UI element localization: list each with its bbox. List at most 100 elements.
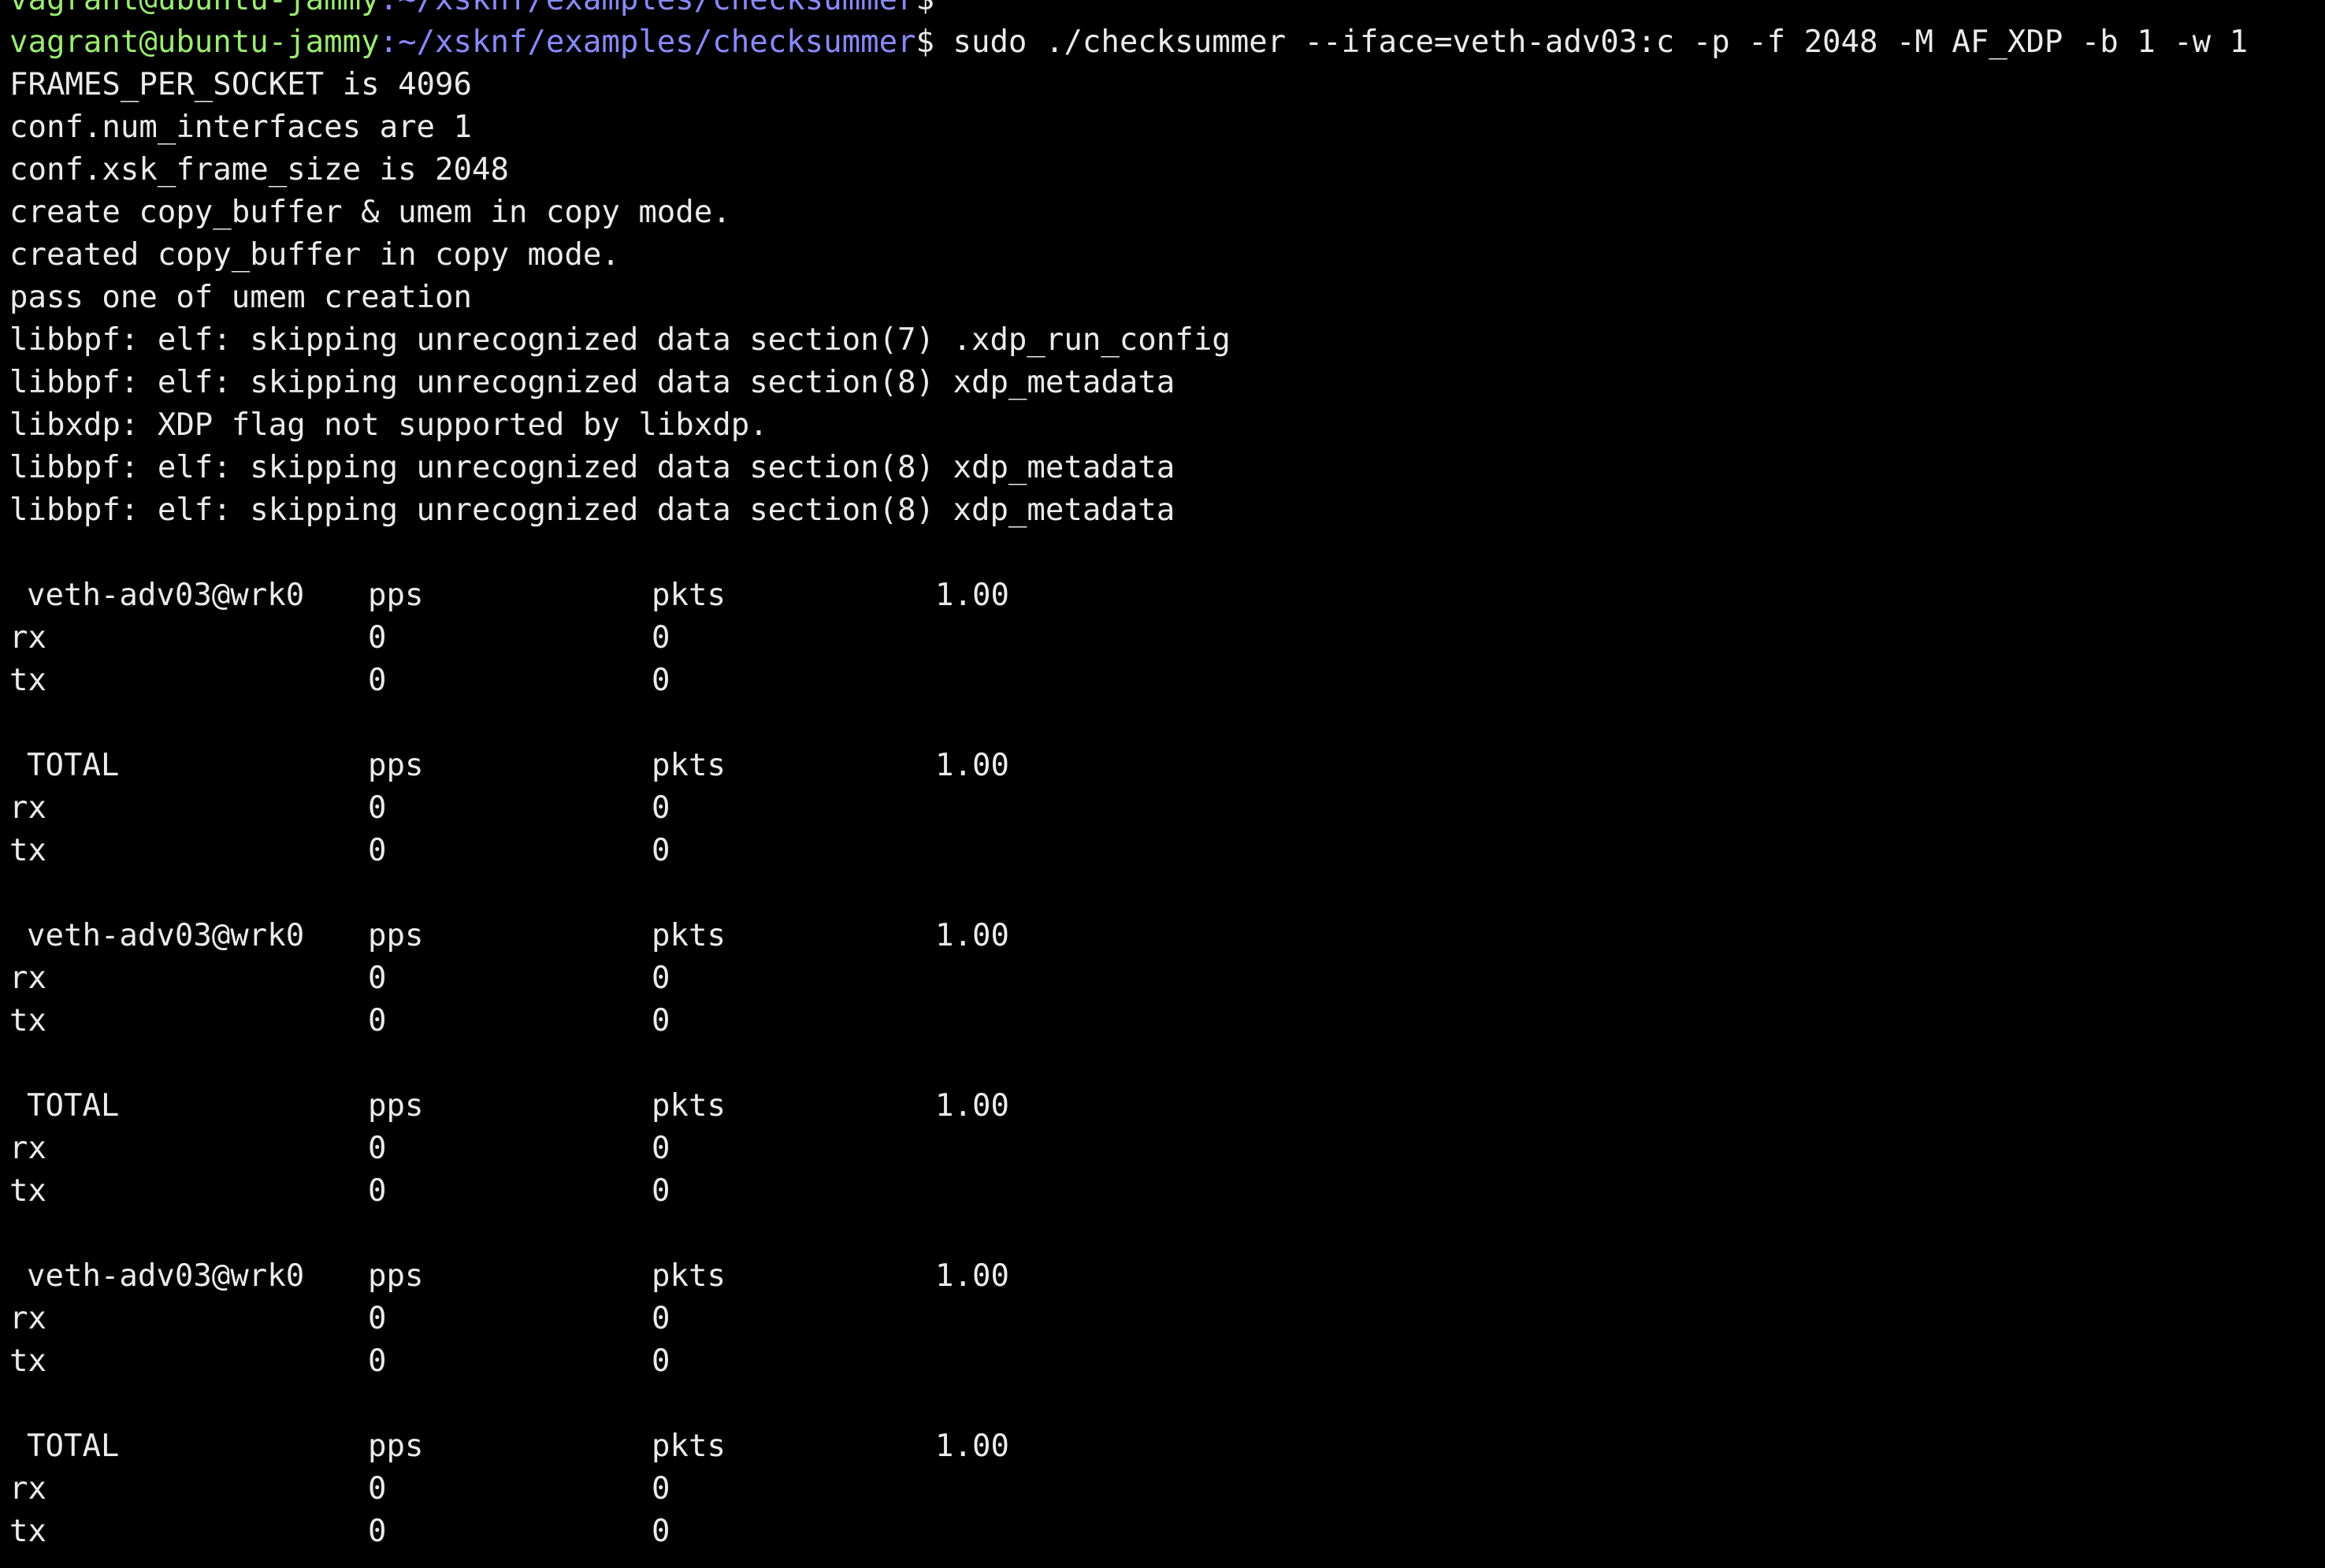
stats-tx-row: tx 0 0 [9,1340,2325,1383]
stats-header-row: veth-adv03@wrk0 pps pkts 1.00 [9,574,2325,617]
terminal-output: vagrant@ubuntu-jammy:~/xsknf/examples/ch… [9,0,2325,1553]
stats-rx-row: rx 0 0 [9,787,2325,830]
stats-interface-name: veth-adv03@wrk0 [27,578,305,613]
prompt-user-host: vagrant@ubuntu-jammy [9,24,380,60]
stats-header-row: TOTAL pps pkts 1.00 [9,1085,2325,1128]
stats-pps-value: 0 [368,1003,387,1039]
stats-pps-value: 0 [368,1343,387,1379]
log-line: created copy_buffer in copy mode. [9,237,620,273]
stats-pps-value: 0 [368,1301,387,1336]
stats-row-label: tx [9,1343,46,1379]
stats-pkts-value: 0 [652,833,670,868]
stats-col-pps-header: pps [368,578,424,613]
stats-interface-name: TOTAL [27,1088,120,1124]
log-line: libbpf: elf: skipping unrecognized data … [9,492,1175,528]
stats-pkts-value: 0 [652,1514,670,1549]
stats-row-label: tx [9,1003,46,1039]
prompt-path: :~/xsknf/examples/checksummer [380,0,916,17]
stats-row-label: rx [9,620,46,656]
stats-col-pps-header: pps [368,1258,424,1294]
stats-row-label: rx [9,1471,46,1507]
log-line: create copy_buffer & umem in copy mode. [9,195,731,230]
stats-pkts-value: 0 [652,663,670,698]
stats-pkts-value: 0 [652,960,670,996]
stats-pps-value: 0 [368,1514,387,1549]
stats-pps-value: 0 [368,1131,387,1166]
stats-col-pps-header: pps [368,1088,424,1124]
previous-prompt-line: vagrant@ubuntu-jammy:~/xsknf/examples/ch… [9,0,2325,21]
stats-pkts-value: 0 [652,1301,670,1336]
stats-interface-name: veth-adv03@wrk0 [27,918,305,953]
stats-row-label: tx [9,663,46,698]
stats-header-row: veth-adv03@wrk0 pps pkts 1.00 [9,1255,2325,1298]
stats-interval: 1.00 [935,748,1009,783]
stats-interval: 1.00 [935,918,1009,953]
log-line: FRAMES_PER_SOCKET is 4096 [9,67,472,102]
log-line: pass one of umem creation [9,280,472,315]
stats-interval: 1.00 [935,578,1009,613]
stats-header-row: veth-adv03@wrk0 pps pkts 1.00 [9,915,2325,957]
stats-tx-row: tx 0 0 [9,1000,2325,1042]
prompt-symbol: $ [916,0,934,17]
log-line: libxdp: XDP flag not supported by libxdp… [9,407,768,443]
prompt-user-host: vagrant@ubuntu-jammy [9,0,380,17]
stats-interval: 1.00 [935,1429,1009,1464]
stats-pkts-value: 0 [652,620,670,656]
stats-pps-value: 0 [368,833,387,868]
stats-row-label: rx [9,960,46,996]
command-text: sudo ./checksummer --iface=veth-adv03:c … [934,24,2249,60]
stats-col-pkts-header: pkts [652,1429,726,1464]
stats-interface-name: veth-adv03@wrk0 [27,1258,305,1294]
stats-col-pkts-header: pkts [652,918,726,953]
stats-tx-row: tx 0 0 [9,830,2325,872]
stats-interval: 1.00 [935,1258,1009,1294]
stats-col-pkts-header: pkts [652,1258,726,1294]
stats-tx-row: tx 0 0 [9,1170,2325,1213]
stats-row-label: tx [9,833,46,868]
stats-row-label: rx [9,790,46,826]
stats-pps-value: 0 [368,790,387,826]
stats-rx-row: rx 0 0 [9,617,2325,660]
stats-col-pps-header: pps [368,1429,424,1464]
stats-pkts-value: 0 [652,1343,670,1379]
command-prompt-line: vagrant@ubuntu-jammy:~/xsknf/examples/ch… [9,21,2325,64]
stats-pps-value: 0 [368,1471,387,1507]
stats-row-label: rx [9,1301,46,1336]
terminal-window[interactable]: { "prompt_prev": { "user_host": "vagrant… [0,0,2325,1568]
stats-col-pkts-header: pkts [652,1088,726,1124]
stats-header-row: TOTAL pps pkts 1.00 [9,1425,2325,1468]
stats-row-label: rx [9,1131,46,1166]
log-line: conf.num_interfaces are 1 [9,110,472,145]
stats-interval: 1.00 [935,1088,1009,1124]
stats-rx-row: rx 0 0 [9,1128,2325,1170]
stats-header-row: TOTAL pps pkts 1.00 [9,745,2325,787]
stats-pkts-value: 0 [652,1003,670,1039]
stats-rx-row: rx 0 0 [9,1298,2325,1340]
prompt-path: :~/xsknf/examples/checksummer [379,24,916,60]
stats-col-pps-header: pps [368,918,424,953]
stats-pps-value: 0 [368,663,387,698]
stats-rx-row: rx 0 0 [9,1468,2325,1510]
stats-tx-row: tx 0 0 [9,1510,2325,1553]
stats-row-label: tx [9,1514,46,1549]
log-line: libbpf: elf: skipping unrecognized data … [9,322,1231,358]
stats-pps-value: 0 [368,960,387,996]
stats-pkts-value: 0 [652,1471,670,1507]
stats-col-pkts-header: pkts [652,748,726,783]
stats-pkts-value: 0 [652,1173,670,1209]
stats-tx-row: tx 0 0 [9,660,2325,702]
log-line: conf.xsk_frame_size is 2048 [9,152,509,188]
log-line: libbpf: elf: skipping unrecognized data … [9,450,1175,485]
stats-col-pkts-header: pkts [652,578,726,613]
stats-interface-name: TOTAL [27,748,120,783]
stats-col-pps-header: pps [368,748,424,783]
stats-pkts-value: 0 [652,1131,670,1166]
stats-interface-name: TOTAL [27,1429,120,1464]
stats-pkts-value: 0 [652,790,670,826]
log-line: libbpf: elf: skipping unrecognized data … [9,365,1175,400]
